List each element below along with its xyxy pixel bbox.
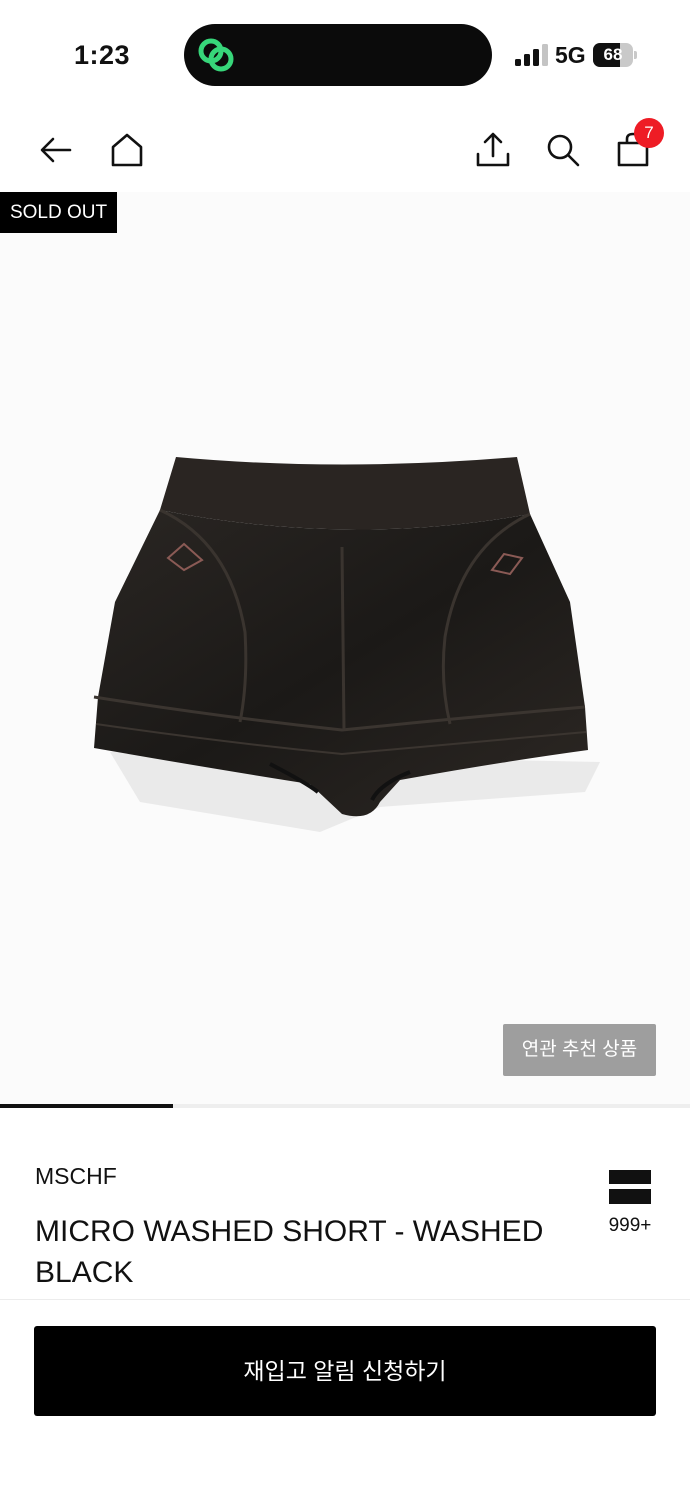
divider	[0, 1299, 690, 1300]
product-image-gallery[interactable]: SOLD OUT 연관 추천 상품	[0, 192, 690, 1104]
cellular-signal-icon	[515, 44, 548, 66]
home-button[interactable]	[99, 122, 155, 178]
product-photo-shorts	[93, 457, 600, 832]
sold-out-badge: SOLD OUT	[0, 192, 117, 233]
search-icon	[547, 134, 580, 167]
like-button[interactable]: 999+	[600, 1168, 660, 1238]
battery-icon: 68	[593, 43, 637, 67]
top-navigation	[0, 110, 690, 192]
home-icon	[111, 133, 143, 167]
brand-name[interactable]: MSCHF	[35, 1163, 117, 1190]
product-title: MICRO WASHED SHORT - WASHED BLACK	[35, 1215, 544, 1289]
share-button[interactable]	[465, 122, 521, 178]
related-products-button[interactable]: 연관 추천 상품	[503, 1024, 656, 1076]
battery-level: 68	[603, 45, 623, 64]
share-upload-icon	[476, 132, 510, 167]
cart-count-badge: 7	[634, 118, 664, 148]
green-link-icon	[198, 38, 234, 72]
back-button[interactable]	[28, 122, 84, 178]
gallery-progress-bar	[0, 1104, 690, 1108]
gallery-progress-fill	[0, 1104, 173, 1108]
like-count: 999+	[608, 1215, 652, 1236]
bookmark-stack-icon	[609, 1170, 651, 1204]
product-detail-page: 1:23 5G 68 7 SOLD OUT 연관 추천 상품 MSCHF MIC…	[0, 0, 690, 1500]
status-time: 1:23	[74, 40, 131, 70]
network-type: 5G	[555, 42, 586, 68]
status-bar: 1:23 5G 68	[0, 0, 690, 110]
restock-alert-button[interactable]: 재입고 알림 신청하기	[34, 1326, 656, 1416]
arrow-left-icon	[40, 137, 72, 163]
search-button[interactable]	[535, 122, 591, 178]
dynamic-island	[184, 24, 492, 86]
